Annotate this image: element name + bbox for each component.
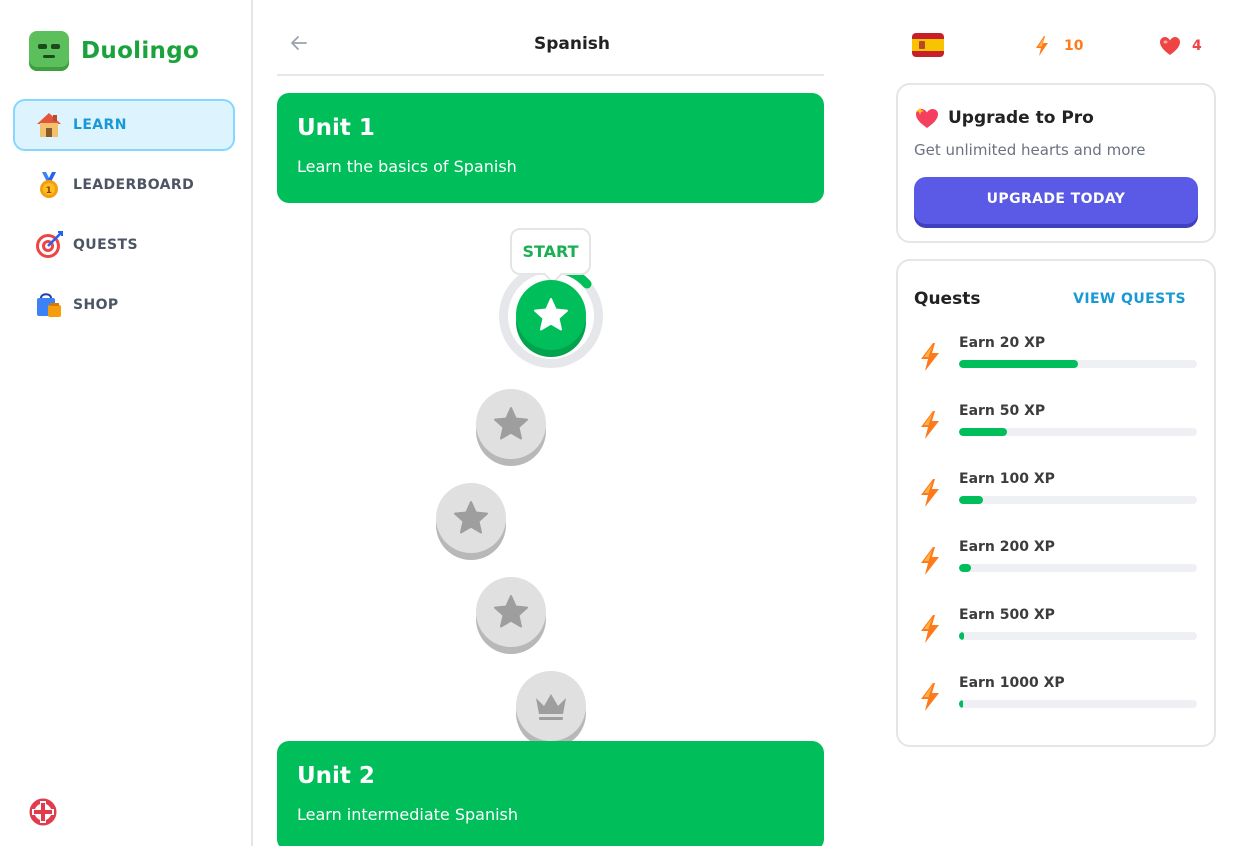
sidebar-item-quests[interactable]: QUESTS [13, 219, 235, 271]
unit-banner-1: Unit 1 Learn the basics of Spanish [277, 93, 824, 203]
start-tooltip[interactable]: START [510, 228, 591, 275]
lightning-icon [921, 479, 939, 507]
app-root: Duolingo LEARN 1 LEADERBOARD QUESTS SHOP… [0, 0, 1260, 846]
upgrade-pro-card: Upgrade to Pro Get unlimited hearts and … [896, 83, 1216, 243]
course-header: Spanish [277, 0, 824, 76]
quest-list: Earn 20 XP Earn 50 XP Earn 100 XP Earn 2… [914, 335, 1198, 743]
learn-main: Spanish Unit 1 Learn the basics of Spani… [277, 0, 824, 846]
pro-subtitle: Get unlimited hearts and more [914, 141, 1146, 159]
support-icon[interactable] [29, 798, 57, 826]
course-title: Spanish [533, 34, 611, 54]
quest-progress-bar [959, 564, 1197, 572]
pro-header: Upgrade to Pro [914, 105, 1198, 131]
hearts-count: 4 [1192, 38, 1202, 54]
quest-label: Earn 20 XP [959, 335, 1046, 351]
sparkle-heart-icon [916, 107, 938, 128]
quest-progress-bar [959, 700, 1197, 708]
unit-description: Learn the basics of Spanish [297, 157, 517, 176]
quest-item[interactable]: Earn 1000 XP [914, 675, 1198, 743]
quest-progress-fill [959, 700, 963, 708]
star-icon [494, 595, 528, 628]
star-icon [454, 501, 488, 534]
lightning-icon [921, 547, 939, 575]
house-icon [33, 109, 65, 141]
sidebar-item-shop[interactable]: SHOP [13, 279, 235, 331]
quests-title: Quests [914, 289, 981, 309]
crown-icon [536, 694, 566, 720]
streak-counter[interactable]: 10 [1030, 34, 1083, 58]
quest-progress-bar [959, 632, 1197, 640]
quests-card: Quests VIEW QUESTS Earn 20 XP Earn 50 XP [896, 259, 1216, 747]
quests-header: Quests VIEW QUESTS [914, 289, 1198, 309]
sidebar-item-learn[interactable]: LEARN [13, 99, 235, 151]
target-icon [33, 229, 65, 261]
quest-label: Earn 100 XP [959, 471, 1055, 487]
sidebar-item-label: LEARN [73, 117, 127, 133]
heart-icon [1160, 37, 1180, 55]
user-stats: 10 4 [912, 31, 1212, 59]
sidebar-item-label: LEADERBOARD [73, 177, 195, 193]
quest-label: Earn 50 XP [959, 403, 1046, 419]
lesson-node-2[interactable] [476, 389, 546, 459]
lightning-icon [921, 683, 939, 711]
quest-label: Earn 500 XP [959, 607, 1055, 623]
pro-title: Upgrade to Pro [948, 108, 1094, 128]
streak-count: 10 [1064, 38, 1084, 54]
unit-title: Unit 1 [297, 115, 375, 141]
quest-progress-fill [959, 564, 971, 572]
lesson-node-5[interactable] [516, 671, 586, 741]
sidebar: Duolingo LEARN 1 LEADERBOARD QUESTS SHOP [0, 0, 253, 846]
view-quests-link[interactable]: VIEW QUESTS [1073, 291, 1186, 307]
unit-title: Unit 2 [297, 763, 375, 789]
sidebar-item-label: SHOP [73, 297, 119, 313]
quest-label: Earn 200 XP [959, 539, 1055, 555]
app-name: Duolingo [81, 38, 200, 64]
quest-progress-fill [959, 428, 1007, 436]
lesson-node-4[interactable] [476, 577, 546, 647]
quest-progress-fill [959, 360, 1078, 368]
lesson-node-1[interactable] [516, 280, 586, 350]
quest-item[interactable]: Earn 500 XP [914, 607, 1198, 675]
sidebar-item-leaderboard[interactable]: 1 LEADERBOARD [13, 159, 235, 211]
star-icon [494, 407, 528, 440]
quest-item[interactable]: Earn 100 XP [914, 471, 1198, 539]
shopping-bag-icon [33, 289, 65, 321]
quest-progress-bar [959, 496, 1197, 504]
quest-label: Earn 1000 XP [959, 675, 1065, 691]
logo[interactable]: Duolingo [29, 31, 199, 71]
quest-progress-fill [959, 632, 964, 640]
lesson-node-3[interactable] [436, 483, 506, 553]
duolingo-logo-icon [29, 31, 69, 71]
quest-progress-bar [959, 360, 1197, 368]
quest-progress-fill [959, 496, 983, 504]
hearts-counter[interactable]: 4 [1158, 34, 1202, 58]
lightning-icon [921, 615, 939, 643]
quest-progress-bar [959, 428, 1197, 436]
spain-flag-icon[interactable] [912, 33, 944, 57]
unit-description: Learn intermediate Spanish [297, 805, 519, 824]
sidebar-nav: LEARN 1 LEADERBOARD QUESTS SHOP [13, 99, 235, 339]
upgrade-today-button[interactable]: UPGRADE TODAY [914, 177, 1198, 224]
star-icon [534, 298, 568, 331]
svg-text:1: 1 [46, 186, 53, 196]
unit-banner-2: Unit 2 Learn intermediate Spanish [277, 741, 824, 846]
lightning-icon [921, 411, 939, 439]
lightning-icon [1036, 36, 1048, 56]
medal-icon: 1 [33, 169, 65, 201]
quest-item[interactable]: Earn 50 XP [914, 403, 1198, 471]
quest-item[interactable]: Earn 20 XP [914, 335, 1198, 403]
quest-item[interactable]: Earn 200 XP [914, 539, 1198, 607]
sidebar-item-label: QUESTS [73, 237, 138, 253]
lightning-icon [921, 343, 939, 371]
